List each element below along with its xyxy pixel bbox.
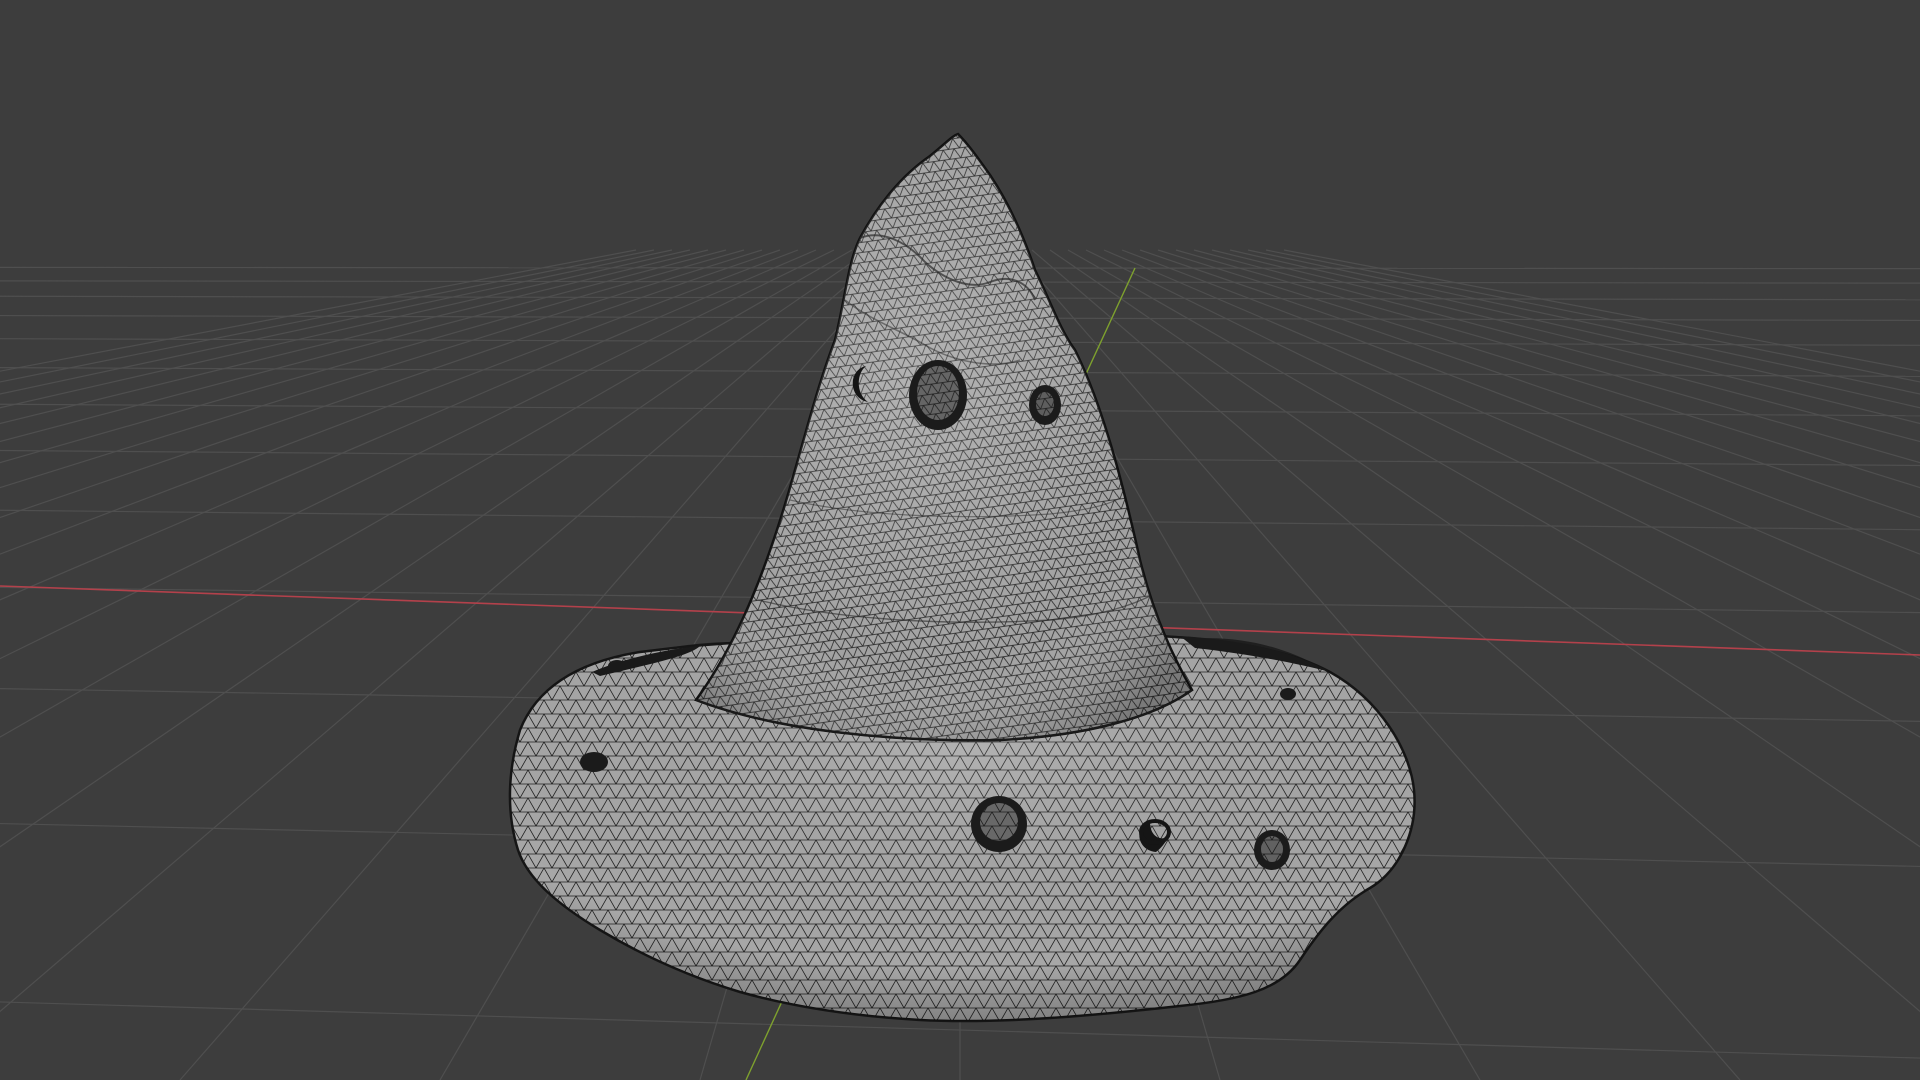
brim-dot-2 xyxy=(1254,830,1290,870)
crown-dot-2 xyxy=(1029,385,1061,425)
crown-dot-1 xyxy=(909,360,967,430)
brim-dot-3 xyxy=(580,752,608,772)
brim-dot-5 xyxy=(1280,688,1296,700)
3d-viewport[interactable] xyxy=(0,0,1920,1080)
brim-dot-1 xyxy=(971,796,1027,852)
